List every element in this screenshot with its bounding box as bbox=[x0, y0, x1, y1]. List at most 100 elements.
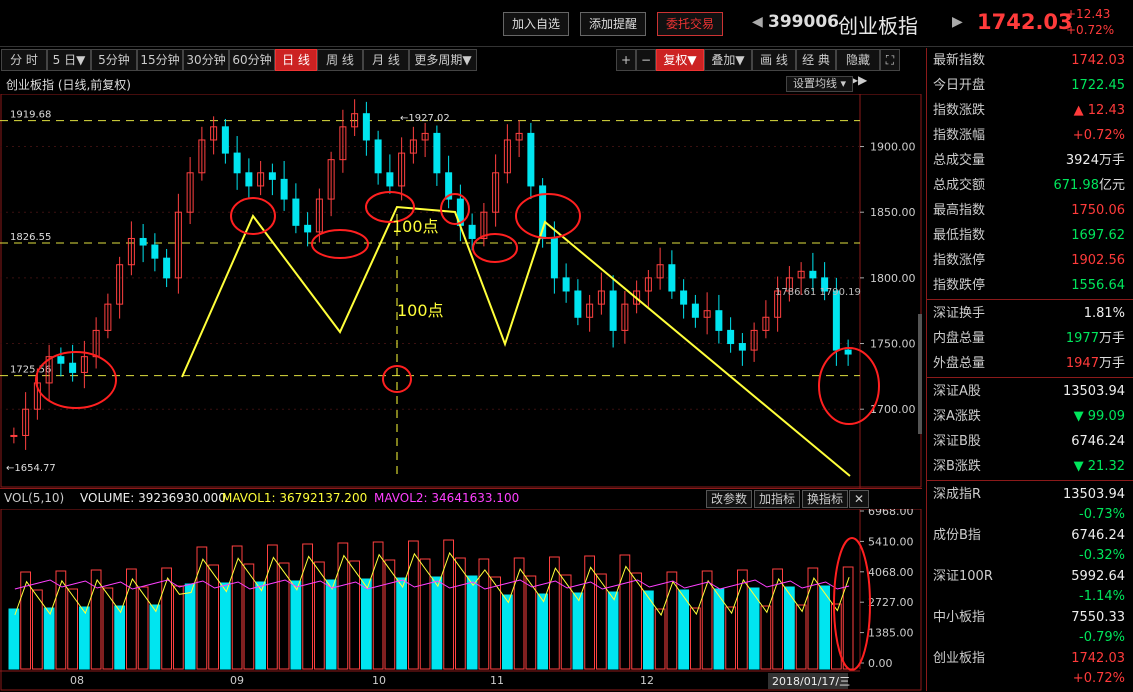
quote-row-1-2: 指数涨跌 ▲ 12.43 bbox=[931, 98, 1129, 123]
quote-value: +0.72% bbox=[1072, 128, 1125, 143]
quote-label: 指数跌停 bbox=[933, 278, 986, 293]
volume-bar bbox=[631, 572, 642, 670]
period-tab-2[interactable]: 5分钟 bbox=[91, 49, 137, 71]
add-watchlist-button[interactable]: 加入自选 bbox=[503, 12, 570, 36]
volume-bar bbox=[690, 607, 701, 670]
volume-bar bbox=[619, 554, 631, 670]
period-tab-8[interactable]: 月 线 bbox=[363, 49, 409, 71]
period-tab-4[interactable]: 30分钟 bbox=[183, 49, 229, 71]
candle-body bbox=[562, 277, 570, 292]
volume-bar bbox=[384, 559, 396, 670]
edit-params-button[interactable]: 改参数 bbox=[706, 490, 753, 508]
volume-bar bbox=[666, 571, 678, 670]
chart-tool-7[interactable]: ⛶ bbox=[880, 49, 900, 71]
volume-bar bbox=[584, 555, 595, 670]
volume-bar bbox=[302, 543, 313, 670]
volume-bar bbox=[396, 577, 407, 670]
volume-bar bbox=[737, 569, 748, 670]
quote-row-3-1: 深A涨跌 ▼ 99.09 bbox=[931, 404, 1129, 429]
quote-row-2-2: 外盘总量 1947万手 bbox=[931, 351, 1129, 376]
chart-title: 创业板指 (日线,前复权) bbox=[6, 78, 131, 92]
chart-tool-4[interactable]: 画 线 bbox=[752, 49, 796, 71]
period-tab-0[interactable]: 分 时 bbox=[1, 49, 47, 71]
volume-bar bbox=[408, 540, 419, 670]
chart-tool-3[interactable]: 叠加▼ bbox=[704, 49, 752, 71]
candle-body bbox=[527, 132, 535, 187]
top-bar: 加入自选 添加提醒 委托交易 ◀ 399006 创业板指 ▶ 1742.03 +… bbox=[0, 0, 1133, 47]
chart-tool-5[interactable]: 经 典 bbox=[796, 49, 836, 71]
volume-bar bbox=[349, 560, 360, 670]
switch-indicator-button[interactable]: 换指标 bbox=[802, 490, 849, 508]
index-label: 深证100R bbox=[933, 569, 993, 584]
volume-bar bbox=[607, 591, 619, 670]
candle-body bbox=[221, 126, 229, 154]
candle-body bbox=[163, 257, 171, 279]
min-label: ←1654.77 bbox=[6, 463, 56, 474]
period-tab-7[interactable]: 周 线 bbox=[317, 49, 363, 71]
quote-label: 外盘总量 bbox=[933, 356, 986, 371]
index-change-value: +12.43 bbox=[1066, 7, 1111, 21]
place-order-button[interactable]: 委托交易 bbox=[657, 12, 724, 36]
volume-bar bbox=[466, 575, 478, 670]
next-stock-icon[interactable]: ▶ bbox=[952, 14, 963, 30]
candlestick-chart[interactable]: 1900.00 1850.00 1800.00 1750.00 1700.00 1919.… bbox=[0, 94, 922, 488]
volume-tick-label: 4068.00 bbox=[868, 566, 914, 579]
quote-value: ▲ 12.43 bbox=[1073, 103, 1125, 118]
volume-bar bbox=[572, 592, 584, 670]
volume-chart: 6968.00 5410.00 4068.00 2727.00 1385.00 0.00 0… bbox=[0, 509, 922, 691]
period-tab-6[interactable]: 日 线 bbox=[275, 49, 317, 71]
quote-value: 1902.56 bbox=[1071, 253, 1125, 268]
period-tab-5[interactable]: 60分钟 bbox=[229, 49, 275, 71]
candle-body bbox=[280, 178, 288, 200]
chart-tool-2[interactable]: 复权▼ bbox=[656, 49, 704, 71]
quote-row-1-4: 总成交量 3924万手 bbox=[931, 148, 1129, 173]
ma-setting-dropdown[interactable]: 设置均线 ▾ bbox=[786, 76, 854, 92]
volume-bar bbox=[419, 558, 431, 670]
volume-bar bbox=[372, 541, 384, 670]
volume-bar bbox=[173, 585, 184, 670]
quote-row-1-3: 指数涨幅 +0.72% bbox=[931, 123, 1129, 148]
volume-bar bbox=[537, 593, 548, 670]
candle-body bbox=[292, 198, 300, 226]
index-name: 创业板指 bbox=[838, 14, 918, 38]
level-label: 1826.55 bbox=[10, 232, 51, 243]
period-tab-9[interactable]: 更多周期▼ bbox=[409, 49, 477, 71]
volume-bar bbox=[55, 570, 67, 670]
price-tick-label: 1900.00 bbox=[870, 141, 916, 154]
add-alert-button[interactable]: 添加提醒 bbox=[580, 12, 647, 36]
volume-bar bbox=[278, 562, 290, 670]
index-pct: +0.72% bbox=[1072, 671, 1125, 686]
index-row-3: 中小板指 7550.33 -0.79% bbox=[931, 609, 1129, 651]
candle-body bbox=[832, 290, 840, 351]
chart-tool-6[interactable]: 隐藏▶▶ bbox=[836, 49, 880, 87]
candle-body bbox=[245, 172, 253, 187]
candle-body bbox=[268, 172, 276, 180]
candle-body bbox=[550, 237, 558, 279]
quote-label: 最低指数 bbox=[933, 228, 986, 243]
prev-stock-icon[interactable]: ◀ bbox=[752, 14, 763, 30]
add-indicator-button[interactable]: 加指标 bbox=[754, 490, 801, 508]
quote-label: 指数涨跌 bbox=[933, 103, 986, 118]
candle-body bbox=[362, 113, 370, 141]
candle-body bbox=[574, 290, 582, 318]
x-date-label: 2018/01/17/三 bbox=[772, 675, 850, 688]
volume-bar bbox=[290, 580, 302, 670]
chart-tool-1[interactable]: − bbox=[636, 49, 656, 71]
quote-value: ▼ 99.09 bbox=[1073, 409, 1125, 424]
chart-tool-0[interactable]: + bbox=[616, 49, 636, 71]
volume-bar bbox=[149, 604, 161, 670]
close-indicator-icon[interactable]: ✕ bbox=[849, 490, 870, 508]
period-tab-3[interactable]: 15分钟 bbox=[137, 49, 183, 71]
quote-value: 1722.45 bbox=[1071, 78, 1125, 93]
ma-setting-label: 设置均线 bbox=[793, 77, 837, 90]
volume-value: VOLUME: 39236930.000 bbox=[80, 491, 226, 505]
quote-value: 1750.06 bbox=[1071, 203, 1125, 218]
candle-body bbox=[727, 329, 735, 345]
index-price: 1742.03 bbox=[977, 10, 1073, 34]
x-tick-label: 10 bbox=[372, 674, 386, 687]
quote-row-3-2: 深证B股 6746.24 bbox=[931, 429, 1129, 454]
quote-value: 13503.94 bbox=[1062, 384, 1125, 399]
period-tab-1[interactable]: 5 日▼ bbox=[47, 49, 91, 71]
quote-row-1-0: 最新指数 1742.03 bbox=[931, 48, 1129, 73]
quote-row-1-1: 今日开盘 1722.45 bbox=[931, 73, 1129, 98]
